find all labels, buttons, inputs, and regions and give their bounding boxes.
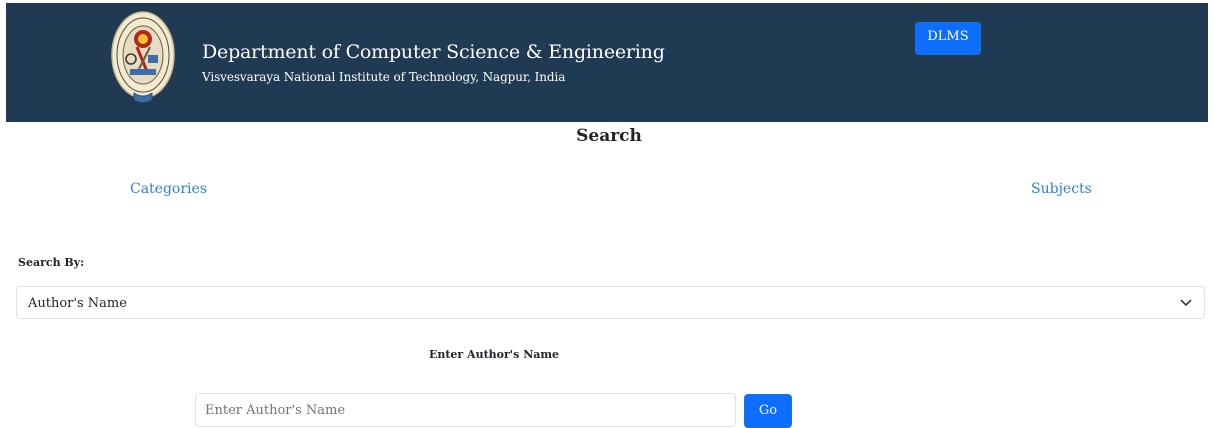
- search-by-select[interactable]: Author's Name: [16, 286, 1205, 319]
- institute-subtitle: Visvesvaraya National Institute of Techn…: [202, 70, 566, 84]
- subjects-link[interactable]: Subjects: [1031, 181, 1092, 197]
- institute-emblem-icon: [111, 11, 175, 103]
- author-name-input[interactable]: [195, 393, 736, 427]
- department-title: Department of Computer Science & Enginee…: [202, 41, 665, 63]
- go-button[interactable]: Go: [744, 394, 792, 428]
- page-title: Search: [576, 126, 642, 146]
- dlms-button[interactable]: DLMS: [915, 22, 981, 55]
- author-name-heading: Enter Author's Name: [428, 348, 560, 361]
- chevron-down-icon: [1180, 299, 1192, 306]
- categories-link[interactable]: Categories: [130, 181, 207, 197]
- search-by-label: Search By:: [18, 256, 85, 269]
- site-header: Department of Computer Science & Enginee…: [6, 3, 1208, 122]
- search-by-selected-value: Author's Name: [28, 296, 127, 311]
